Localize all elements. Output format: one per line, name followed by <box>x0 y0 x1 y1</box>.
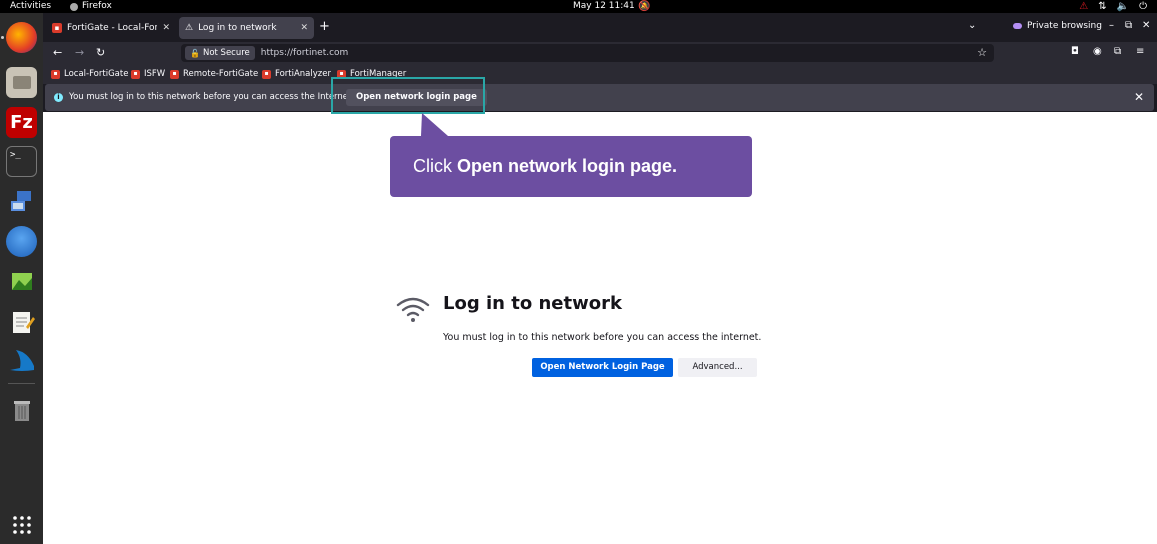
close-notification-icon[interactable]: ✕ <box>1134 90 1144 104</box>
bookmark-label: ISFW <box>144 69 166 79</box>
extensions-icon[interactable]: ⧉ <box>1114 46 1121 57</box>
tab-bar: ▪ FortiGate - Local-FortiGat ✕ ⚠ Log in … <box>43 13 1157 42</box>
tab-fortigate[interactable]: ▪ FortiGate - Local-FortiGat ✕ <box>46 17 176 39</box>
image-viewer-icon[interactable] <box>6 265 37 296</box>
text-editor-icon[interactable] <box>6 306 37 337</box>
terminal-icon[interactable]: >_ <box>6 146 37 177</box>
tab-title: FortiGate - Local-FortiGat <box>67 23 158 33</box>
private-mask-icon <box>1013 23 1022 29</box>
tab-log-in-to-network[interactable]: ⚠ Log in to network ✕ <box>179 17 314 39</box>
bookmark-label: FortiAnalyzer <box>275 69 331 79</box>
wireshark-icon[interactable] <box>6 345 37 376</box>
wifi-icon <box>396 297 430 322</box>
thunderbird-icon[interactable] <box>6 226 37 257</box>
forward-button[interactable]: → <box>75 45 84 61</box>
volume-icon: 🔈 <box>1116 1 1130 12</box>
private-browsing-label: Private browsing <box>1027 21 1102 31</box>
network-connections-icon[interactable] <box>6 186 37 217</box>
bookmark-remote-fortigate[interactable]: ▪ Remote-FortiGate <box>170 67 258 81</box>
callout-prefix: Click <box>413 156 457 176</box>
firefox-icon[interactable] <box>6 22 37 53</box>
system-tray[interactable]: ⚠ ⇅ 🔈 ⏻ <box>1079 0 1147 13</box>
warning-icon: ⚠ <box>1079 1 1089 12</box>
notifications-muted-icon: 🔕 <box>638 1 651 12</box>
bookmark-label: Remote-FortiGate <box>183 69 259 79</box>
new-tab-button[interactable]: + <box>319 20 330 34</box>
insecure-lock-icon: 🔓 <box>190 48 200 58</box>
restore-button[interactable]: ⧉ <box>1125 20 1132 31</box>
activities-button[interactable]: Activities <box>10 0 51 13</box>
browser-chrome: ▪ FortiGate - Local-FortiGat ✕ ⚠ Log in … <box>43 13 1157 112</box>
advanced-button[interactable]: Advanced... <box>678 358 757 377</box>
dock: Fz >_ <box>0 13 43 544</box>
page-title: Log in to network <box>443 293 622 314</box>
system-top-bar: Activities Firefox May 12 11:41 🔕 ⚠ ⇅ 🔈 … <box>0 0 1157 13</box>
private-browsing-indicator: Private browsing <box>1013 21 1102 31</box>
not-secure-label: Not Secure <box>202 48 250 58</box>
dock-separator <box>8 383 35 384</box>
bookmark-isfw[interactable]: ▪ ISFW <box>131 67 165 81</box>
bookmark-label: Local-FortiGate <box>64 69 129 79</box>
page-description: You must log in to this network before y… <box>443 332 762 343</box>
minimize-button[interactable]: – <box>1109 20 1114 31</box>
trash-icon[interactable] <box>6 394 37 425</box>
notification-message: You must log in to this network before y… <box>69 92 355 102</box>
highlight-box <box>331 77 485 114</box>
bookmarks-toolbar: ▪ Local-FortiGate ▪ ISFW ▪ Remote-FortiG… <box>43 64 1157 84</box>
captive-portal-notification: i You must log in to this network before… <box>45 84 1154 111</box>
clock[interactable]: May 12 11:41 <box>573 0 635 13</box>
menu-icon[interactable]: ≡ <box>1136 46 1144 57</box>
close-tab-icon[interactable]: ✕ <box>300 23 308 33</box>
warning-favicon-icon: ⚠ <box>185 23 194 33</box>
fortinet-bookmark-icon: ▪ <box>262 69 271 79</box>
fortinet-bookmark-icon: ▪ <box>51 69 60 79</box>
pocket-icon[interactable]: ◘ <box>1071 46 1079 57</box>
file-manager-icon[interactable] <box>6 67 37 98</box>
back-button[interactable]: ← <box>53 45 62 61</box>
power-icon: ⏻ <box>1139 1 1147 12</box>
fortinet-bookmark-icon: ▪ <box>131 69 140 79</box>
network-icon: ⇅ <box>1098 1 1107 12</box>
close-tab-icon[interactable]: ✕ <box>162 23 170 33</box>
firefox-small-icon <box>70 2 78 11</box>
navigation-toolbar: ← → ↻ 🔓 Not Secure https://fortinet.com … <box>43 42 1157 64</box>
running-indicator <box>1 36 4 39</box>
callout-action: Open network login page. <box>457 156 678 176</box>
not-secure-badge[interactable]: 🔓 Not Secure <box>185 46 255 60</box>
filezilla-icon[interactable]: Fz <box>6 107 37 138</box>
bookmark-star-icon[interactable]: ☆ <box>977 46 987 59</box>
close-window-button[interactable]: ✕ <box>1142 20 1150 31</box>
url-bar[interactable]: 🔓 Not Secure https://fortinet.com ☆ <box>181 44 994 62</box>
app-menu[interactable]: Firefox <box>70 0 112 13</box>
bookmark-fortianalyzer[interactable]: ▪ FortiAnalyzer <box>262 67 331 81</box>
bookmark-local-fortigate[interactable]: ▪ Local-FortiGate <box>51 67 128 81</box>
callout-pointer <box>421 113 448 136</box>
instruction-callout: Click Open network login page. <box>390 136 752 197</box>
tab-title: Log in to network <box>198 23 277 33</box>
account-icon[interactable]: ◉ <box>1093 46 1102 57</box>
show-applications-icon[interactable] <box>6 509 37 540</box>
app-menu-label: Firefox <box>82 1 112 11</box>
fortinet-favicon-icon: ▪ <box>52 23 62 33</box>
info-icon: i <box>54 93 63 102</box>
reload-button[interactable]: ↻ <box>96 45 105 61</box>
fortinet-bookmark-icon: ▪ <box>170 69 179 79</box>
open-network-login-page-primary-button[interactable]: Open Network Login Page <box>532 358 673 377</box>
url-text[interactable]: https://fortinet.com <box>261 48 349 58</box>
list-all-tabs-icon[interactable]: ⌄ <box>968 20 976 31</box>
